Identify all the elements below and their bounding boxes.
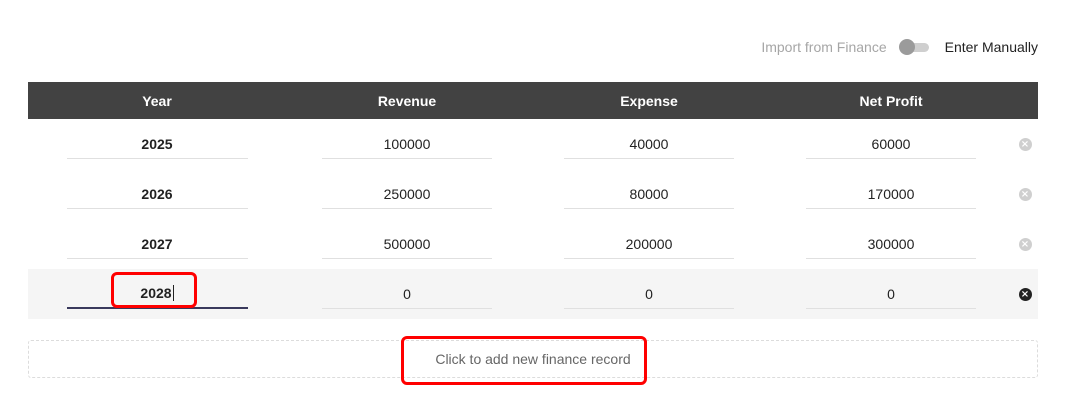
close-circle-icon[interactable]: × bbox=[1018, 137, 1032, 151]
year-field[interactable]: 2027 bbox=[66, 229, 248, 259]
year-value: 2028 bbox=[140, 285, 172, 301]
finance-table: Year Revenue Expense Net Profit 2025 100… bbox=[28, 82, 1038, 319]
expense-field[interactable]: 0 bbox=[564, 279, 734, 309]
close-circle-icon[interactable]: × bbox=[1018, 237, 1032, 251]
enter-manually-label[interactable]: Enter Manually bbox=[945, 39, 1038, 55]
table-row: 2025 100000 40000 60000 × bbox=[28, 119, 1038, 169]
revenue-field[interactable]: 250000 bbox=[322, 179, 492, 209]
import-from-finance-label[interactable]: Import from Finance bbox=[761, 39, 886, 55]
table-row-active: 2028 0 0 0 × bbox=[28, 269, 1038, 319]
expense-field[interactable]: 80000 bbox=[564, 179, 734, 209]
year-field[interactable]: 2026 bbox=[66, 179, 248, 209]
year-field[interactable]: 2025 bbox=[66, 129, 248, 159]
year-field-focused[interactable]: 2028 bbox=[66, 279, 248, 309]
header-expense: Expense bbox=[620, 92, 678, 109]
import-mode-switch[interactable] bbox=[898, 36, 933, 58]
header-net-profit: Net Profit bbox=[859, 92, 923, 109]
table-row: 2026 250000 80000 170000 × bbox=[28, 169, 1038, 219]
add-finance-record-button[interactable]: Click to add new finance record bbox=[28, 340, 1038, 378]
expense-field[interactable]: 200000 bbox=[564, 229, 734, 259]
net-profit-field[interactable]: 0 bbox=[806, 279, 976, 309]
table-row: 2027 500000 200000 300000 × bbox=[28, 219, 1038, 269]
revenue-field[interactable]: 0 bbox=[322, 279, 492, 309]
import-mode-toggle-group: Import from Finance Enter Manually bbox=[761, 36, 1038, 58]
close-circle-icon[interactable]: × bbox=[1018, 287, 1032, 301]
revenue-field[interactable]: 500000 bbox=[322, 229, 492, 259]
net-profit-field[interactable]: 60000 bbox=[806, 129, 976, 159]
expense-field[interactable]: 40000 bbox=[564, 129, 734, 159]
header-actions bbox=[1012, 82, 1038, 119]
header-year: Year bbox=[142, 92, 172, 109]
header-revenue: Revenue bbox=[377, 92, 437, 109]
table-header: Year Revenue Expense Net Profit bbox=[28, 82, 1038, 119]
add-record-label: Click to add new finance record bbox=[435, 351, 631, 367]
text-caret bbox=[172, 285, 174, 301]
switch-knob bbox=[898, 39, 915, 55]
net-profit-field[interactable]: 170000 bbox=[806, 179, 976, 209]
net-profit-field[interactable]: 300000 bbox=[806, 229, 976, 259]
close-circle-icon[interactable]: × bbox=[1018, 187, 1032, 201]
revenue-field[interactable]: 100000 bbox=[322, 129, 492, 159]
